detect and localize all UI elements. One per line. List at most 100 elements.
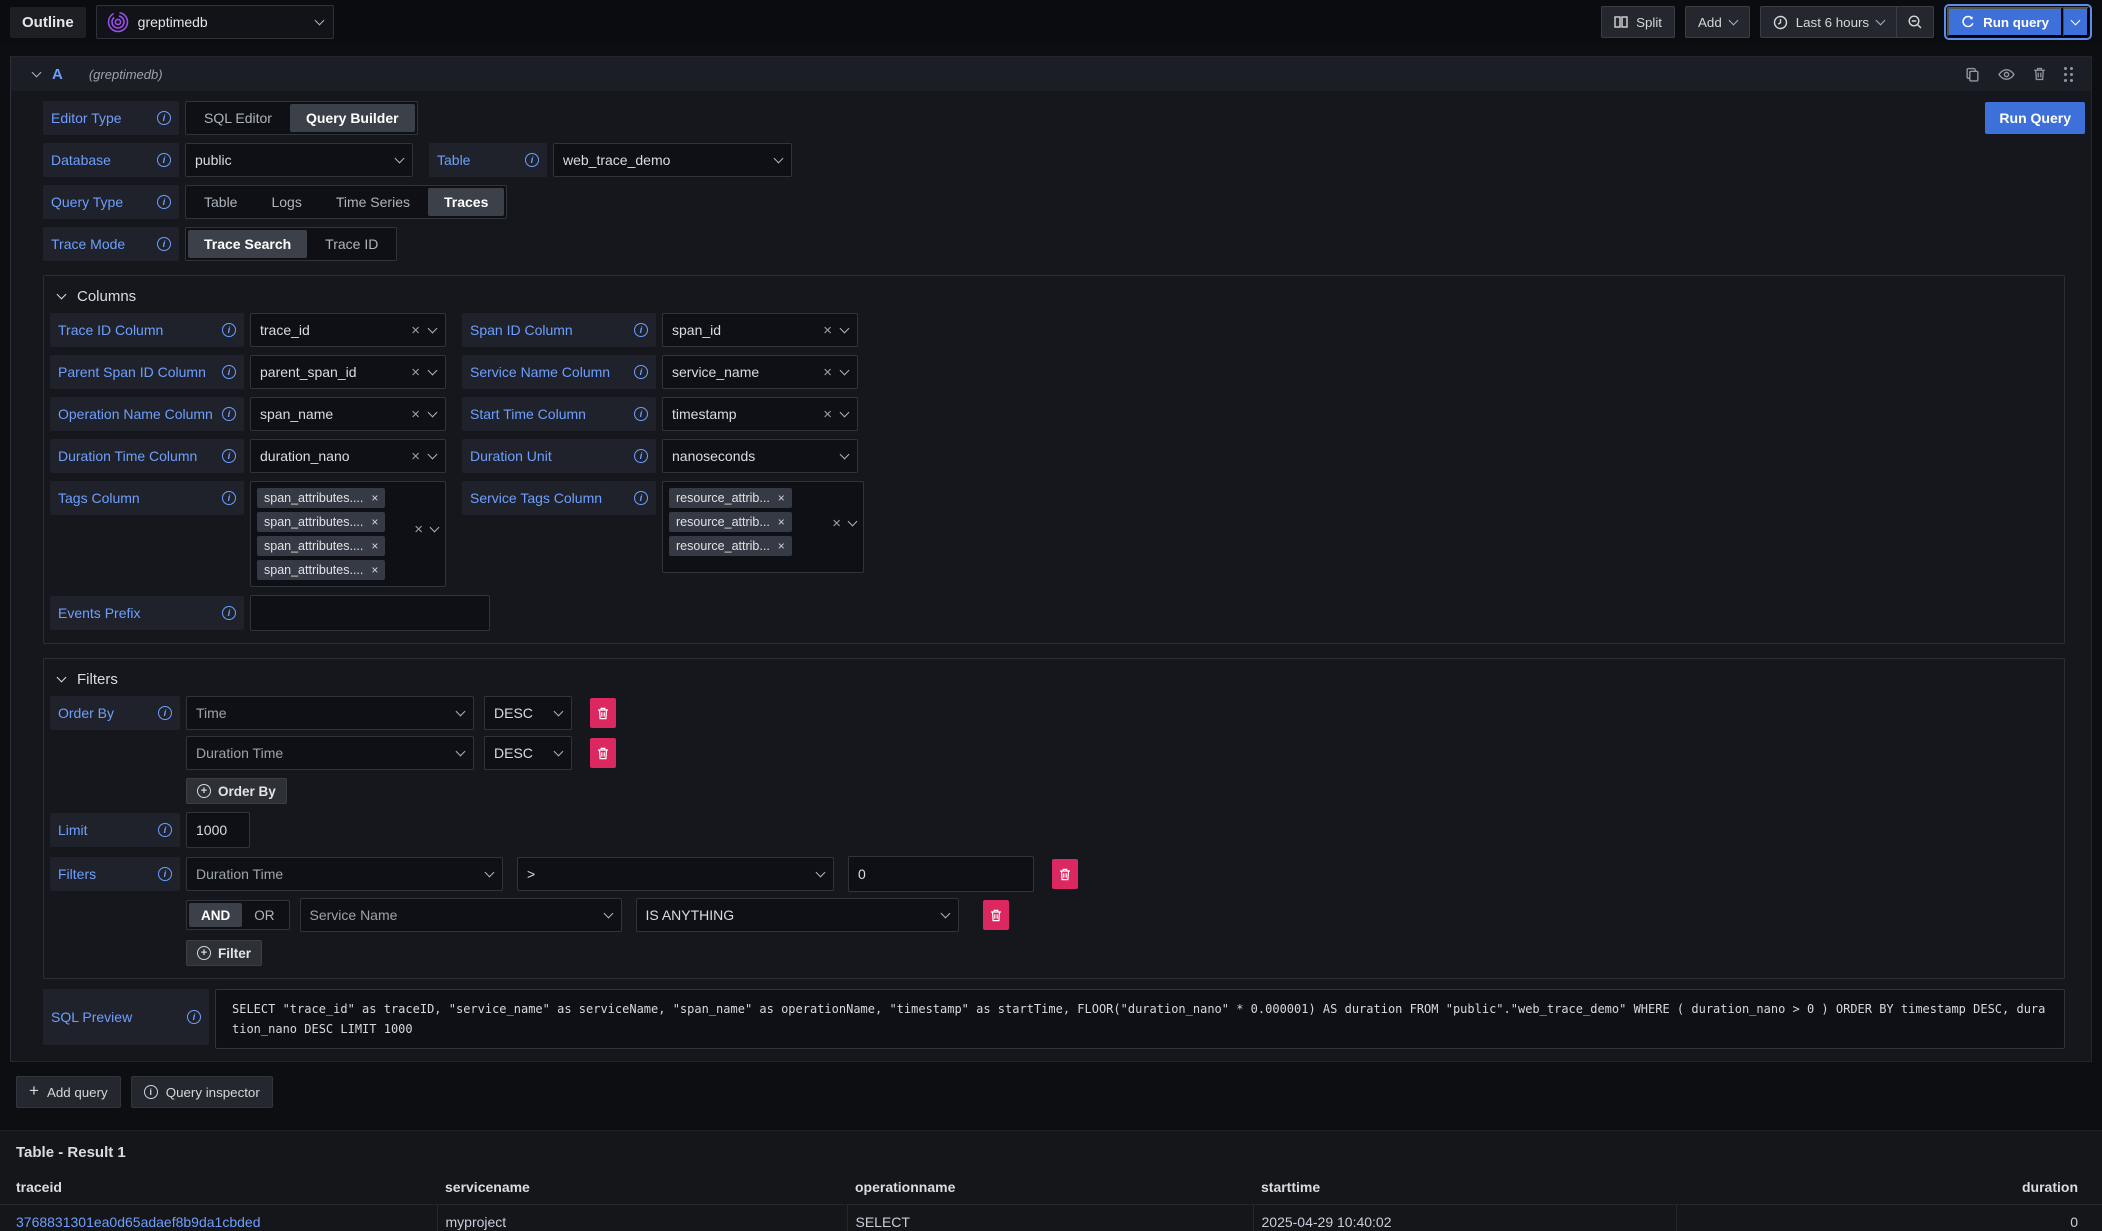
add-filter-button[interactable]: + Filter: [186, 940, 262, 966]
clear-icon[interactable]: ×: [823, 407, 832, 422]
delete-query-trash-icon[interactable]: [2033, 67, 2046, 81]
clear-icon[interactable]: ×: [411, 323, 420, 338]
chip-remove-icon[interactable]: ×: [778, 516, 785, 528]
info-icon[interactable]: i: [634, 449, 648, 463]
service-name-column-select[interactable]: service_name ×: [662, 355, 858, 389]
remove-filter-button[interactable]: [1052, 859, 1078, 889]
filter-value-input[interactable]: [848, 856, 1034, 892]
add-order-by-button[interactable]: + Order By: [186, 778, 287, 804]
columns-section-header[interactable]: Columns: [58, 288, 2058, 305]
service-tags-column-multiselect[interactable]: resource_attrib...× resource_attrib...× …: [662, 481, 864, 573]
outline-button[interactable]: Outline: [10, 7, 86, 38]
events-prefix-input[interactable]: [250, 595, 490, 631]
clear-all-icon[interactable]: ×: [832, 516, 841, 531]
panel-run-query-button[interactable]: Run Query: [1985, 102, 2085, 134]
chip-remove-icon[interactable]: ×: [371, 540, 378, 552]
info-icon[interactable]: i: [634, 407, 648, 421]
column-header-duration[interactable]: duration: [1676, 1172, 2102, 1205]
filter-operator-select[interactable]: IS ANYTHING: [636, 898, 959, 932]
drag-handle[interactable]: [2064, 67, 2073, 82]
query-type-option-logs[interactable]: Logs: [255, 188, 317, 216]
parent-span-id-column-select[interactable]: parent_span_id ×: [250, 355, 446, 389]
clear-all-icon[interactable]: ×: [414, 522, 423, 537]
info-icon[interactable]: i: [158, 706, 172, 720]
clear-icon[interactable]: ×: [411, 365, 420, 380]
trace-id-link[interactable]: 3768831301ea0d65adaef8b9da1cbded: [16, 1214, 260, 1230]
info-icon[interactable]: i: [222, 323, 236, 337]
order-by-field-select[interactable]: Time: [186, 696, 474, 730]
trace-id-column-select[interactable]: trace_id ×: [250, 313, 446, 347]
info-icon[interactable]: i: [157, 111, 171, 125]
editor-type-option-query-builder[interactable]: Query Builder: [290, 104, 415, 132]
info-icon[interactable]: i: [222, 365, 236, 379]
info-icon[interactable]: i: [634, 323, 648, 337]
chip-remove-icon[interactable]: ×: [371, 492, 378, 504]
clear-icon[interactable]: ×: [823, 323, 832, 338]
database-select[interactable]: public: [185, 143, 413, 177]
duration-time-column-select[interactable]: duration_nano ×: [250, 439, 446, 473]
info-icon[interactable]: i: [157, 237, 171, 251]
chip-remove-icon[interactable]: ×: [778, 540, 785, 552]
info-icon[interactable]: i: [222, 606, 236, 620]
tags-column-multiselect[interactable]: span_attributes....× span_attributes....…: [250, 481, 446, 587]
filters-section-header[interactable]: Filters: [58, 671, 2058, 688]
duplicate-query-icon[interactable]: [1965, 67, 1980, 82]
column-header-starttime[interactable]: starttime: [1253, 1172, 1676, 1205]
and-option[interactable]: AND: [189, 903, 242, 927]
duration-unit-select[interactable]: nanoseconds: [662, 439, 858, 473]
chip-remove-icon[interactable]: ×: [371, 564, 378, 576]
filter-field-select[interactable]: Service Name: [300, 898, 622, 932]
limit-input[interactable]: [186, 812, 250, 848]
info-icon[interactable]: i: [634, 491, 648, 505]
editor-type-option-sql-editor[interactable]: SQL Editor: [188, 104, 288, 132]
collapse-chevron-icon[interactable]: [32, 67, 42, 77]
add-query-button[interactable]: + Add query: [16, 1076, 121, 1108]
datasource-picker[interactable]: greptimedb: [96, 5, 334, 39]
operation-name-column-select[interactable]: span_name ×: [250, 397, 446, 431]
filter-field-select[interactable]: Duration Time: [186, 857, 503, 891]
query-type-option-traces[interactable]: Traces: [428, 188, 504, 216]
trace-mode-option-trace-id[interactable]: Trace ID: [309, 230, 394, 258]
info-icon[interactable]: i: [525, 153, 539, 167]
info-icon[interactable]: i: [634, 365, 648, 379]
run-query-options-button[interactable]: [2063, 7, 2089, 37]
run-query-button[interactable]: Run query: [1947, 7, 2063, 37]
or-option[interactable]: OR: [242, 903, 286, 927]
column-header-operationname[interactable]: operationname: [847, 1172, 1253, 1205]
clear-icon[interactable]: ×: [411, 449, 420, 464]
remove-order-by-button[interactable]: [590, 738, 616, 768]
hide-response-eye-icon[interactable]: [1998, 68, 2015, 81]
query-type-option-time-series[interactable]: Time Series: [320, 188, 426, 216]
query-type-option-table[interactable]: Table: [188, 188, 253, 216]
query-row-header[interactable]: A (greptimedb): [11, 57, 2091, 91]
remove-order-by-button[interactable]: [590, 698, 616, 728]
info-icon[interactable]: i: [222, 491, 236, 505]
order-by-field-select[interactable]: Duration Time: [186, 736, 474, 770]
clear-icon[interactable]: ×: [411, 407, 420, 422]
remove-filter-button[interactable]: [983, 900, 1009, 930]
order-by-direction-select[interactable]: DESC: [484, 736, 572, 770]
table-select[interactable]: web_trace_demo: [553, 143, 792, 177]
order-by-direction-select[interactable]: DESC: [484, 696, 572, 730]
info-icon[interactable]: i: [222, 449, 236, 463]
info-icon[interactable]: i: [158, 867, 172, 881]
filter-operator-select[interactable]: >: [517, 857, 834, 891]
trace-mode-option-trace-search[interactable]: Trace Search: [188, 230, 307, 258]
chip-remove-icon[interactable]: ×: [778, 492, 785, 504]
info-icon[interactable]: i: [222, 407, 236, 421]
start-time-column-select[interactable]: timestamp ×: [662, 397, 858, 431]
clear-icon[interactable]: ×: [823, 365, 832, 380]
info-icon[interactable]: i: [158, 823, 172, 837]
add-button[interactable]: Add: [1685, 6, 1750, 38]
split-button[interactable]: Split: [1601, 6, 1675, 38]
zoom-out-time-button[interactable]: [1897, 6, 1934, 38]
column-header-servicename[interactable]: servicename: [437, 1172, 847, 1205]
info-icon[interactable]: i: [187, 1010, 201, 1024]
query-inspector-button[interactable]: i Query inspector: [131, 1076, 273, 1108]
span-id-column-select[interactable]: span_id ×: [662, 313, 858, 347]
column-header-traceid[interactable]: traceid: [0, 1172, 437, 1205]
time-range-button[interactable]: Last 6 hours: [1760, 6, 1897, 38]
info-icon[interactable]: i: [157, 195, 171, 209]
chip-remove-icon[interactable]: ×: [371, 516, 378, 528]
info-icon[interactable]: i: [157, 153, 171, 167]
